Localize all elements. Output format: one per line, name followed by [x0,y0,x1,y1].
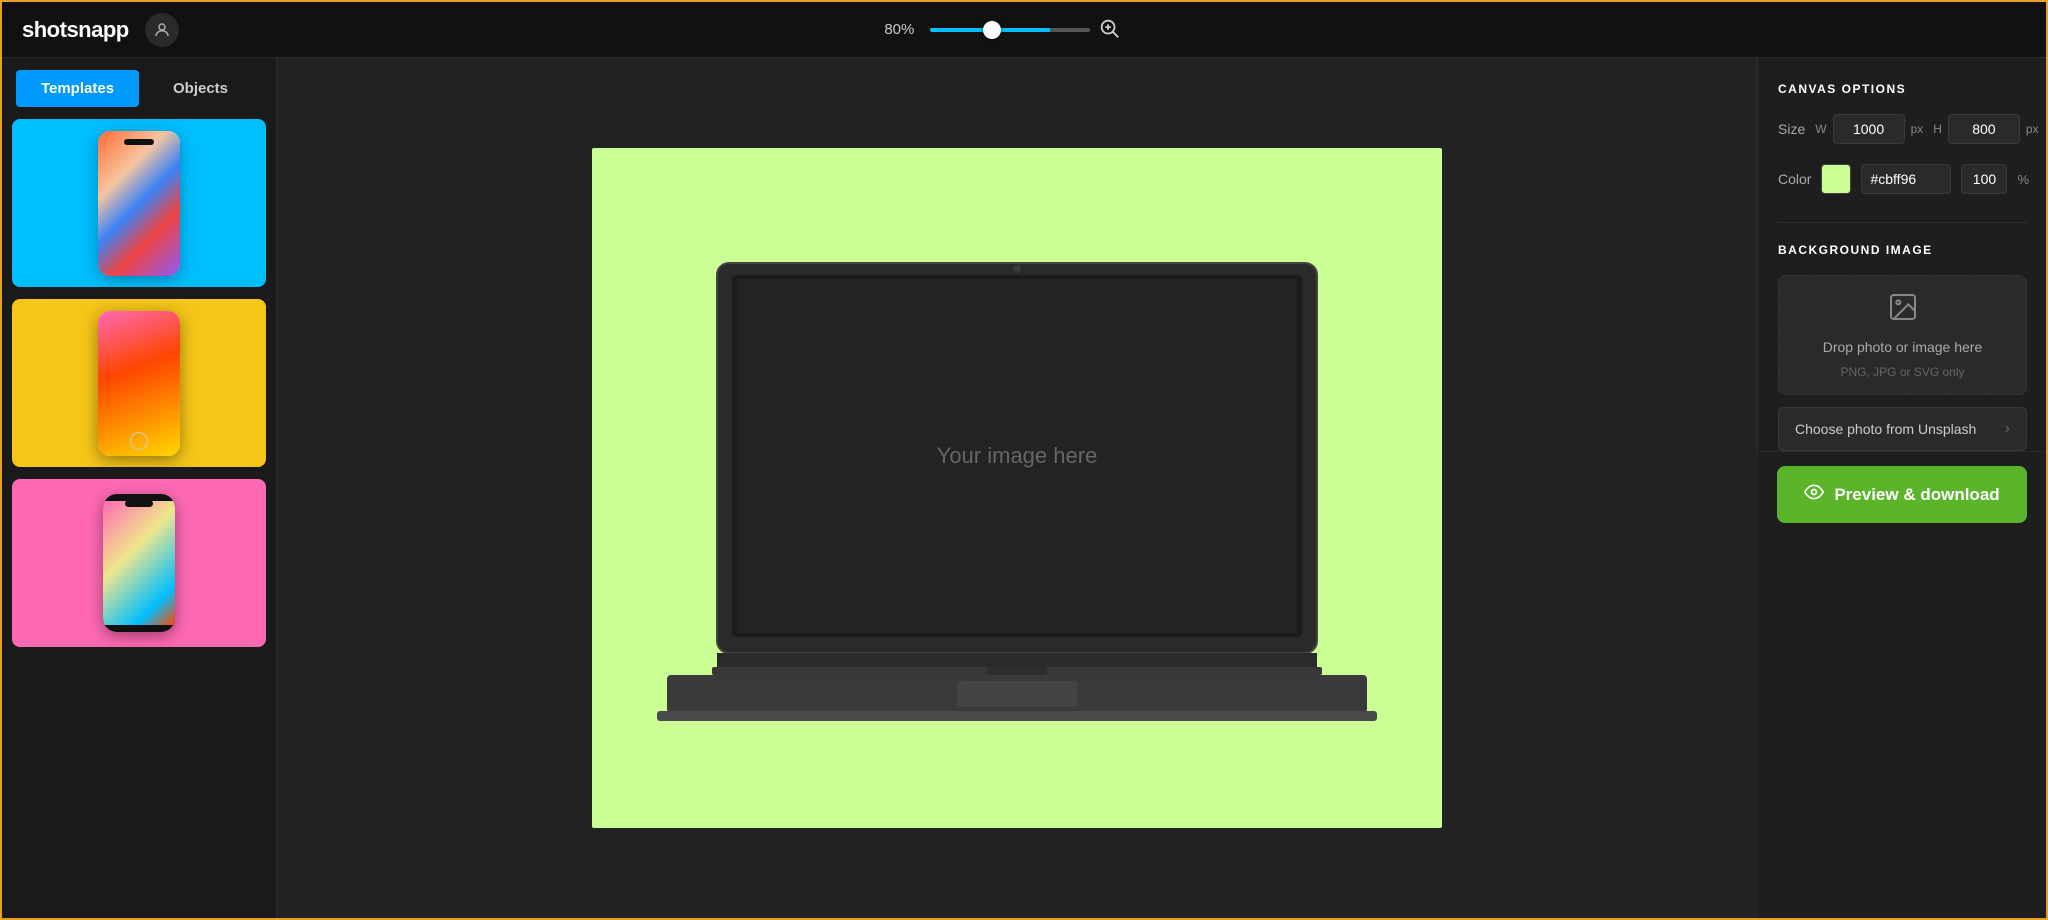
opacity-percent-label: % [2017,172,2029,187]
width-input-group: W px [1815,114,1923,144]
height-unit: px [2026,122,2039,136]
zoom-slider-container [930,17,1120,43]
right-panel: CANVAS OPTIONS Size W px H px Color [1757,58,2046,451]
opacity-input[interactable] [1961,164,2007,194]
phone-notch-1 [124,139,154,145]
drop-zone[interactable]: Drop photo or image here PNG, JPG or SVG… [1778,275,2027,395]
height-dim-label: H [1933,122,1942,136]
main-layout: Templates Objects [2,58,2046,918]
tab-templates[interactable]: Templates [16,70,139,107]
color-row: Color % [1778,164,2027,194]
phone-mockup-3 [103,494,175,632]
color-hex-input[interactable] [1861,164,1951,194]
color-label: Color [1778,171,1811,187]
template-list [2,119,276,918]
laptop-mockup-svg: Your image here [657,243,1377,733]
phone-notch-3 [125,500,153,507]
eye-icon [1804,482,1824,507]
zoom-slider[interactable] [930,28,1090,32]
zoom-label: 80% [884,21,914,38]
template-card-1[interactable] [12,119,266,287]
unsplash-button[interactable]: Choose photo from Unsplash › [1778,407,2027,451]
drop-zone-text: Drop photo or image here [1823,338,1983,358]
color-swatch[interactable] [1821,164,1851,194]
canvas-options-title: CANVAS OPTIONS [1778,82,2027,96]
bg-image-title: BACKGROUND IMAGE [1778,243,2027,257]
phone-home-button [130,432,148,450]
unsplash-label: Choose photo from Unsplash [1795,421,1976,437]
tab-objects[interactable]: Objects [139,70,262,107]
user-icon-button[interactable] [145,13,179,47]
height-input-group: H px [1933,114,2038,144]
right-panel-wrapper: CANVAS OPTIONS Size W px H px Color [1756,58,2046,918]
canvas-height-input[interactable] [1948,114,2020,144]
canvas-area: Your image here [277,58,1756,918]
width-unit: px [1911,122,1924,136]
chevron-right-icon: › [2005,420,2010,438]
phone-mockup-2 [98,311,180,456]
bg-image-section: BACKGROUND IMAGE Drop photo or image her… [1778,243,2027,451]
size-row: Size W px H px [1778,114,2027,144]
app-logo: shotsnapp [22,17,129,43]
drop-zone-subtext: PNG, JPG or SVG only [1840,365,1964,379]
preview-download-button[interactable]: Preview & download [1777,466,2027,523]
topbar-center: 80% [884,17,1120,43]
phone-screen-3 [103,501,175,625]
canvas-placeholder-text: Your image here [936,443,1097,468]
template-card-3[interactable] [12,479,266,647]
canvas-width-input[interactable] [1833,114,1905,144]
sidebar-tabs: Templates Objects [2,58,276,119]
size-label: Size [1778,121,1805,137]
topbar-left: shotsnapp [22,13,179,47]
zoom-in-button[interactable] [1098,17,1120,43]
canvas-background[interactable]: Your image here [592,148,1442,828]
phone-screen-1 [98,131,180,276]
template-card-2[interactable] [12,299,266,467]
width-dim-label: W [1815,122,1826,136]
panel-divider [1778,222,2027,223]
image-upload-icon [1887,291,1919,330]
bottom-bar: Preview & download [1757,451,2046,537]
topbar: shotsnapp 80% [2,2,2046,58]
sidebar: Templates Objects [2,58,277,918]
phone-mockup-1 [98,131,180,276]
preview-btn-label: Preview & download [1834,485,1999,505]
